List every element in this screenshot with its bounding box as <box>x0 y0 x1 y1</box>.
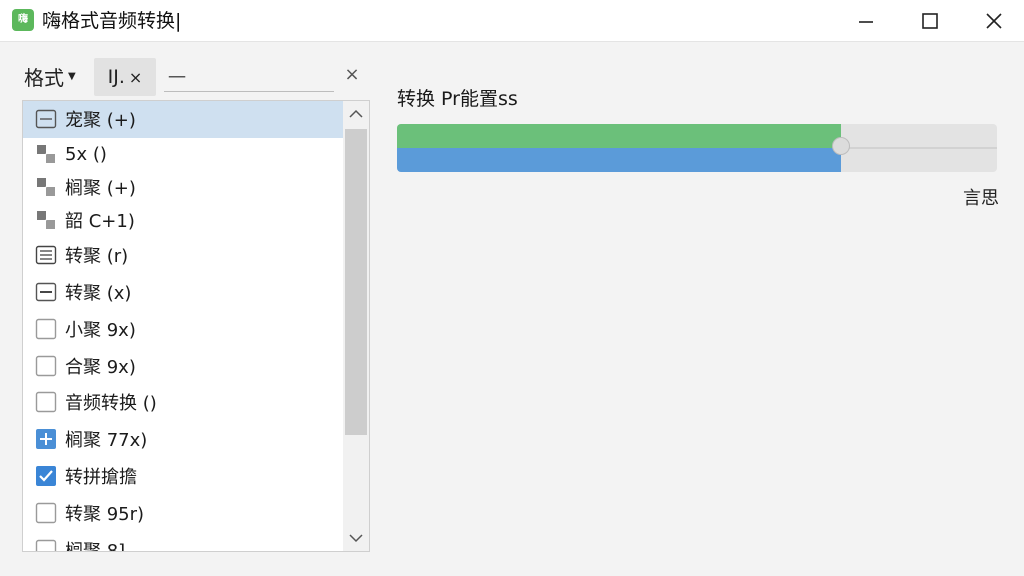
search-chip-label: IJ. <box>107 66 125 88</box>
format-list[interactable]: 宠聚 (+) 5x () 榈聚 (+) 韶 C+1) 转聚 (r) 转聚 (x) 小聚 9x… <box>22 100 370 552</box>
close-button[interactable] <box>962 0 1024 42</box>
list-item[interactable]: 榈聚 (+) <box>23 171 343 204</box>
minus-box-icon <box>35 281 57 303</box>
shapes-icon <box>35 209 57 231</box>
title-bar: 嗨 嗨格式音频转换| <box>0 0 1024 42</box>
list-item-label: 榈聚 (+) <box>65 178 136 200</box>
chevron-down-icon: ▼ <box>68 70 76 82</box>
list-item-label: 转聚 (r) <box>65 246 129 268</box>
filter-input[interactable] <box>164 62 334 92</box>
list-item-label: 转拼搶擔 <box>65 466 137 488</box>
text-lines-icon <box>35 244 57 266</box>
list-item-label: 韶 C+1) <box>65 211 135 233</box>
minimize-icon <box>859 21 873 23</box>
list-toolbar: 格式 ▼ IJ. × × <box>22 56 370 96</box>
progress-fill-green <box>397 124 841 148</box>
scroll-thumb[interactable] <box>345 129 367 435</box>
window-title: 嗨格式音频转换| <box>42 10 182 32</box>
format-dropdown-label: 格式 <box>24 65 64 90</box>
list-item[interactable]: 转聚 (x) <box>23 274 343 311</box>
app-window: 嗨 嗨格式音频转换| 格式 ▼ IJ. × × 宠聚 (+)5x ()榈聚 (+ <box>0 0 1024 576</box>
search-chip[interactable]: IJ. × <box>94 58 156 96</box>
scroll-down-button[interactable] <box>343 525 369 551</box>
checkbox-empty-icon <box>35 391 57 413</box>
progress-title: 转换 Pr能置ss <box>397 88 518 110</box>
progress-bar <box>397 124 997 172</box>
list-item[interactable]: 榈聚 8] <box>23 531 343 552</box>
list-items-container: 宠聚 (+) 5x () 榈聚 (+) 韶 C+1) 转聚 (r) 转聚 (x) 小聚 9x… <box>23 101 343 552</box>
list-item[interactable]: 音频转换 () <box>23 384 343 421</box>
shapes-icon <box>35 143 57 165</box>
list-item-label: 小聚 9x) <box>65 319 136 341</box>
checkbox-empty-icon <box>35 502 57 524</box>
list-item[interactable]: 转聚 (r) <box>23 237 343 274</box>
list-item[interactable]: 合聚 9x) <box>23 347 343 384</box>
maximize-icon <box>922 13 938 29</box>
progress-fill-blue <box>397 148 841 172</box>
list-scrollbar[interactable] <box>343 101 369 551</box>
list-item-label: 音频转换 () <box>65 393 157 415</box>
list-item-label: 榈聚 77x) <box>65 430 148 452</box>
progress-handle[interactable] <box>832 137 850 155</box>
app-logo-icon: 嗨 <box>12 9 34 31</box>
status-text: 言思 <box>963 188 999 209</box>
list-item-label: 宠聚 (+) <box>65 110 136 132</box>
list-item-label: 5x () <box>65 143 107 165</box>
close-icon <box>986 13 1002 29</box>
shapes-icon <box>35 176 57 198</box>
format-list-pane: 格式 ▼ IJ. × × 宠聚 (+) 5x () 榈聚 (+) 韶 C+1) 转聚 (… <box>22 56 370 552</box>
list-item-label: 转聚 (x) <box>65 282 132 304</box>
list-item[interactable]: 榈聚 77x) <box>23 421 343 458</box>
list-item-label: 榈聚 8] <box>65 540 126 552</box>
minimize-button[interactable] <box>834 0 898 42</box>
list-item[interactable]: 宠聚 (+) <box>23 101 343 138</box>
checkbox-empty-icon <box>35 355 57 377</box>
plus-box-icon <box>35 428 57 450</box>
list-item[interactable]: 小聚 9x) <box>23 310 343 347</box>
maximize-button[interactable] <box>898 0 962 42</box>
clear-filter-button[interactable]: × <box>340 62 364 88</box>
document-list-icon <box>35 108 57 130</box>
list-item[interactable]: 转拼搶擔 <box>23 458 343 495</box>
scroll-up-button[interactable] <box>343 101 369 127</box>
checkbox-empty-icon <box>35 318 57 340</box>
format-dropdown[interactable]: 格式 ▼ <box>24 60 92 92</box>
checkbox-checked-icon <box>35 465 57 487</box>
checkbox-empty-icon <box>35 539 57 551</box>
chevron-down-icon <box>349 534 363 543</box>
list-item[interactable]: 5x () <box>23 138 343 171</box>
list-item-label: 转聚 95r) <box>65 503 145 525</box>
chevron-up-icon <box>349 109 363 118</box>
list-item[interactable]: 转聚 95r) <box>23 494 343 531</box>
list-item-label: 合聚 9x) <box>65 356 136 378</box>
list-item[interactable]: 韶 C+1) <box>23 204 343 237</box>
chip-close-icon[interactable]: × <box>129 68 142 87</box>
